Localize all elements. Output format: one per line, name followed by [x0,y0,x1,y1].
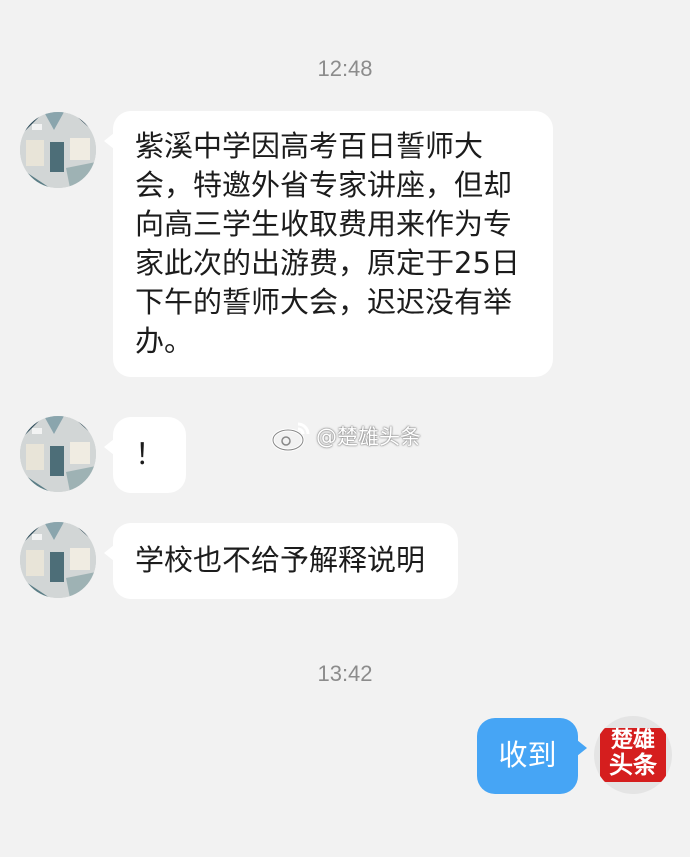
contact-avatar-icon [20,112,96,188]
message-bubble-2[interactable]: ！ [104,417,186,493]
message-bubble-self[interactable]: 收到 [477,718,587,794]
message-bubble-1[interactable]: 紫溪中学因高考百日誓师大会，特邀外省专家讲座，但却向高三学生收取费用来作为专家此… [104,111,553,377]
self-avatar[interactable]: 楚雄 头条 [594,716,672,794]
watermark: @楚雄头条 [270,418,421,454]
watermark-text: @楚雄头条 [316,425,421,449]
contact-avatar[interactable] [20,416,96,492]
timestamp: 13:42 [317,661,373,686]
logo-line2: 头条 [609,751,657,779]
contact-avatar[interactable] [20,112,96,188]
logo-line1: 楚雄 [610,728,655,753]
contact-avatar-icon [20,522,96,598]
contact-avatar[interactable] [20,522,96,598]
chuxiong-toutiao-logo: 楚雄 头条 [600,728,666,782]
weibo-icon [271,422,310,452]
timestamp: 12:48 [317,56,373,81]
message-bubble-3[interactable]: 学校也不给予解释说明 [104,523,458,599]
contact-avatar-icon [20,416,96,492]
